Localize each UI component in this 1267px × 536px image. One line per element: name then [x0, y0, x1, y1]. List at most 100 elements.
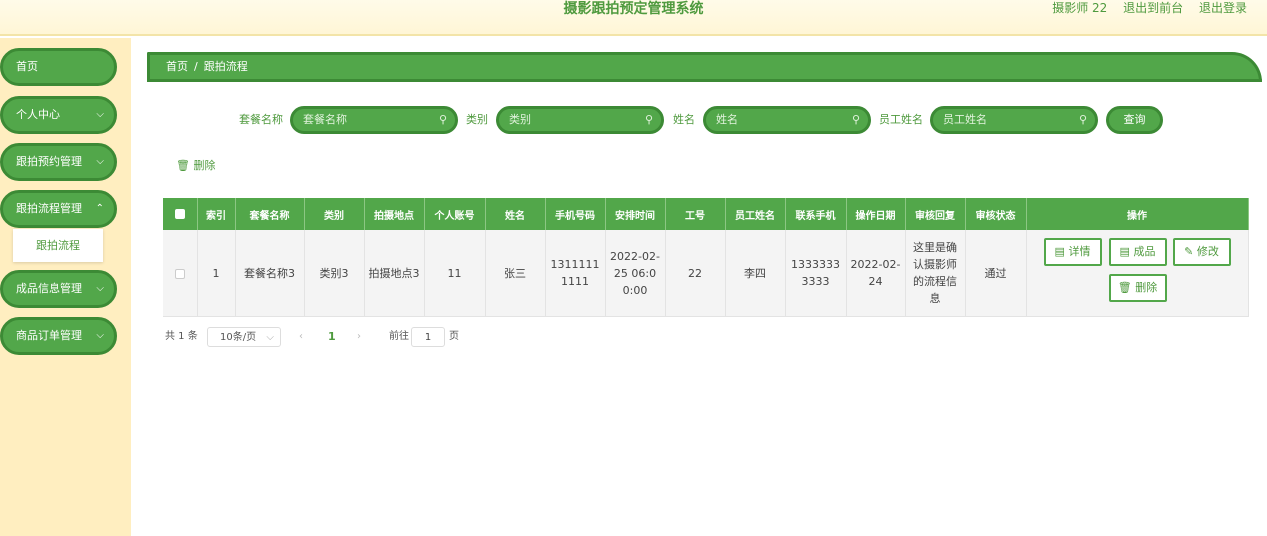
cell-reply: 这里是确认摄影师的流程信息 — [905, 230, 966, 317]
trash-icon: 🗑 — [176, 159, 190, 172]
cell-op-date: 2022-02-24 — [846, 230, 906, 317]
staff-placeholder: 员工姓名 — [943, 113, 987, 126]
search-icon: ⚲ — [851, 113, 860, 126]
sidebar-item-product-management[interactable]: 成品信息管理 ⌵ — [0, 270, 117, 308]
sidebar-item-personal-center[interactable]: 个人中心 ⌵ — [0, 96, 117, 134]
chevron-down-icon: ⌵ — [96, 330, 104, 341]
select-all-cell[interactable] — [163, 198, 198, 230]
breadcrumb-separator: / — [194, 60, 198, 73]
product-button[interactable]: ▤ 成品 — [1108, 238, 1167, 266]
header-account: 个人账号 — [424, 198, 486, 230]
cell-schedule: 2022-02-25 06:00:00 — [605, 230, 666, 317]
delete-button[interactable]: 🗑 删除 — [1108, 274, 1167, 302]
cell-staff-name: 李四 — [725, 230, 786, 317]
total-count: 共 1 条 — [165, 331, 198, 342]
header-op-date: 操作日期 — [846, 198, 906, 230]
search-icon: ⚲ — [438, 113, 447, 126]
cell-actions: ▤ 详情 ▤ 成品 ✎ 修改 🗑 删除 — [1026, 230, 1249, 317]
header-schedule: 安排时间 — [605, 198, 666, 230]
header-package: 套餐名称 — [235, 198, 305, 230]
cell-status: 通过 — [965, 230, 1027, 317]
cell-account: 11 — [424, 230, 486, 317]
name-placeholder: 姓名 — [716, 113, 738, 126]
next-page-icon[interactable]: › — [357, 327, 361, 347]
cell-contact: 13333333333 — [785, 230, 847, 317]
submenu-item-process[interactable]: 跟拍流程 — [13, 229, 103, 262]
sidebar-item-home[interactable]: 首页 — [0, 48, 117, 86]
cell-package: 套餐名称3 — [235, 230, 305, 317]
row-select-cell[interactable] — [163, 230, 198, 317]
header-reply: 审核回复 — [905, 198, 966, 230]
row-checkbox[interactable] — [174, 268, 185, 279]
header-location: 拍摄地点 — [364, 198, 425, 230]
detail-label: 详情 — [1068, 245, 1091, 258]
document-icon: ▤ — [1054, 245, 1065, 258]
product-label: 成品 — [1133, 245, 1156, 258]
edit-label: 修改 — [1196, 245, 1219, 258]
name-input[interactable]: 姓名 ⚲ — [703, 106, 871, 134]
page-number-current[interactable]: 1 — [328, 327, 336, 347]
breadcrumb-home[interactable]: 首页 — [166, 60, 188, 73]
sidebar-item-label: 成品信息管理 — [16, 282, 82, 295]
header-staff-name: 员工姓名 — [725, 198, 786, 230]
row-actions: ▤ 详情 ▤ 成品 ✎ 修改 🗑 删除 — [1027, 230, 1248, 316]
staff-input[interactable]: 员工姓名 ⚲ — [930, 106, 1098, 134]
prev-page-icon[interactable]: ‹ — [299, 327, 303, 347]
header-category: 类别 — [304, 198, 365, 230]
header-staff-id: 工号 — [665, 198, 726, 230]
batch-delete-label: 删除 — [193, 159, 216, 172]
staff-label: 员工姓名 — [879, 113, 923, 126]
package-input[interactable]: 套餐名称 ⚲ — [290, 106, 458, 134]
process-table: 索引 套餐名称 类别 拍摄地点 个人账号 姓名 手机号码 安排时间 工号 员工姓… — [163, 198, 1249, 317]
sidebar-item-label: 跟拍流程管理 — [16, 202, 82, 215]
table-row: 1 套餐名称3 类别3 拍摄地点3 11 张三 13111111111 2022… — [163, 230, 1249, 317]
top-bar: 摄影跟拍预定管理系统 摄影师 22 退出到前台 退出登录 — [0, 0, 1267, 36]
chevron-down-icon: ⌵ — [96, 283, 104, 294]
chevron-down-icon: ⌵ — [96, 156, 104, 167]
sidebar-item-order-management[interactable]: 商品订单管理 ⌵ — [0, 317, 117, 355]
cell-name: 张三 — [485, 230, 546, 317]
frontend-link[interactable]: 退出到前台 — [1123, 1, 1183, 15]
breadcrumb-current: 跟拍流程 — [203, 60, 248, 73]
user-area: 摄影师 22 退出到前台 退出登录 — [1040, 0, 1247, 16]
breadcrumb: 首页 / 跟拍流程 — [147, 52, 1262, 82]
cell-category: 类别3 — [304, 230, 365, 317]
trash-icon: 🗑 — [1117, 281, 1132, 294]
category-input[interactable]: 类别 ⚲ — [496, 106, 664, 134]
header-contact: 联系手机 — [785, 198, 847, 230]
cell-staff-id: 22 — [665, 230, 726, 317]
select-all-checkbox[interactable] — [174, 208, 185, 219]
detail-button[interactable]: ▤ 详情 — [1043, 238, 1102, 266]
sidebar-item-process-management[interactable]: 跟拍流程管理 ⌃ — [0, 190, 117, 228]
chevron-down-icon: ⌵ — [266, 332, 274, 343]
package-placeholder: 套餐名称 — [303, 113, 347, 126]
query-button[interactable]: 查询 — [1106, 106, 1163, 134]
goto-page-input[interactable]: 1 — [411, 327, 445, 347]
page-size-select[interactable]: 10条/页 ⌵ — [207, 327, 281, 347]
page-size-value: 10条/页 — [220, 332, 257, 343]
header-actions: 操作 — [1026, 198, 1249, 230]
chevron-up-icon: ⌃ — [95, 203, 104, 214]
category-label: 类别 — [466, 113, 488, 126]
cell-index: 1 — [197, 230, 236, 317]
sidebar-item-label: 个人中心 — [16, 108, 60, 121]
search-icon: ⚲ — [644, 113, 653, 126]
document-icon: ▤ — [1119, 245, 1130, 258]
sidebar-item-label: 首页 — [16, 60, 38, 73]
sidebar-item-booking-management[interactable]: 跟拍预约管理 ⌵ — [0, 143, 117, 181]
page-unit-label: 页 — [449, 331, 459, 342]
table-header-row: 索引 套餐名称 类别 拍摄地点 个人账号 姓名 手机号码 安排时间 工号 员工姓… — [163, 198, 1249, 230]
cell-phone: 13111111111 — [545, 230, 606, 317]
search-icon: ⚲ — [1078, 113, 1087, 126]
logout-link[interactable]: 退出登录 — [1199, 1, 1247, 15]
edit-button[interactable]: ✎ 修改 — [1172, 238, 1231, 266]
header-name: 姓名 — [485, 198, 546, 230]
package-label: 套餐名称 — [239, 113, 283, 126]
cell-location: 拍摄地点3 — [364, 230, 425, 317]
header-status: 审核状态 — [965, 198, 1027, 230]
sidebar-item-label: 跟拍预约管理 — [16, 155, 82, 168]
batch-delete-button[interactable]: 🗑 删除 — [176, 157, 215, 175]
goto-label: 前往 — [389, 331, 409, 342]
header-phone: 手机号码 — [545, 198, 606, 230]
sidebar-item-label: 商品订单管理 — [16, 329, 82, 342]
